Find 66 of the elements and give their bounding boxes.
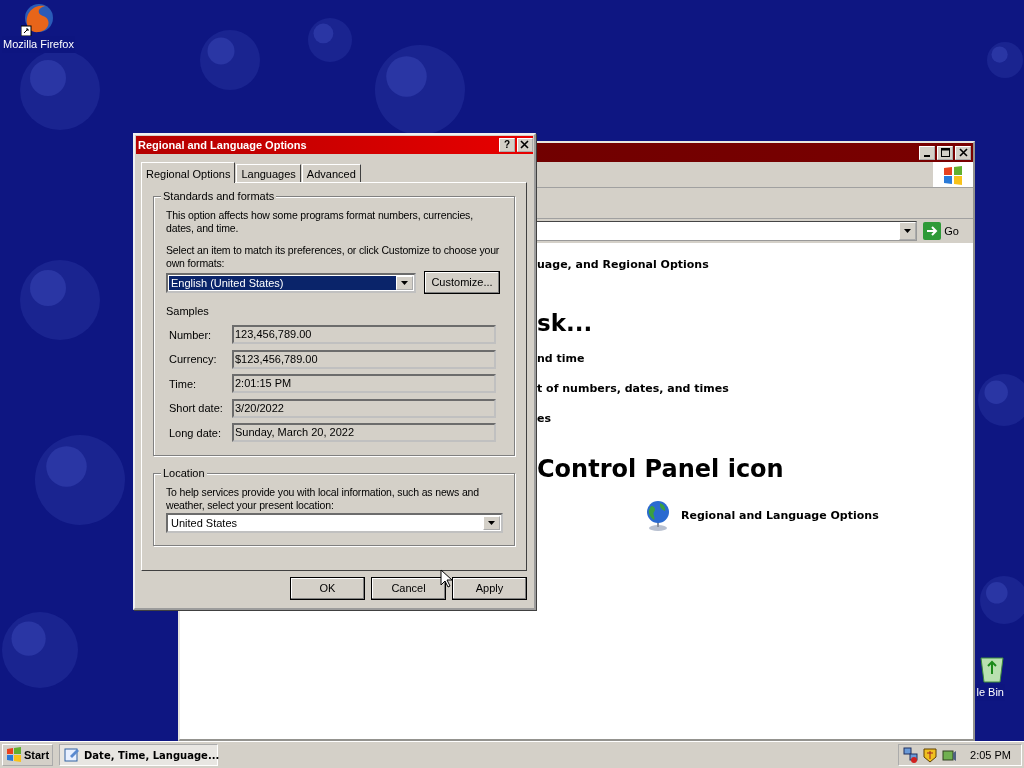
location-dropdown[interactable]: United States (166, 513, 503, 533)
description-text: To help services provide you with local information, such as news and weather, select your present location: (166, 486, 480, 512)
bubble-drawing (987, 42, 1023, 78)
field-label: Short date: (168, 401, 224, 416)
readonly-field: 2:01:15 PM (232, 374, 496, 394)
task-link[interactable]: nd time (537, 351, 585, 368)
tab[interactable]: Languages (236, 164, 301, 182)
start-button[interactable]: Start (2, 744, 54, 766)
minimize-icon (924, 154, 930, 157)
network-icon (903, 747, 920, 763)
security-icon (922, 747, 939, 763)
field-label: Long date: (168, 425, 222, 441)
dialog-button[interactable]: Cancel (371, 577, 446, 600)
dialog-button[interactable]: OK (290, 577, 365, 600)
samples-label: Samples (166, 304, 210, 319)
globe-icon (645, 499, 671, 532)
dialog-button[interactable]: Apply (452, 577, 527, 600)
task-link[interactable]: t of numbers, dates, and times (537, 381, 729, 398)
minimize-button[interactable] (919, 145, 935, 160)
maximize-icon (940, 148, 950, 157)
field-label: Currency: (168, 352, 218, 367)
windows-logo-icon (6, 747, 22, 763)
dropdown-arrow-icon (401, 280, 408, 285)
tab[interactable]: Regional Options (141, 162, 236, 183)
control-panel-icon (64, 747, 81, 763)
bubble-drawing (308, 18, 352, 62)
dropdown-arrow-icon (488, 521, 495, 525)
format-dropdown[interactable]: English (United States) (166, 272, 416, 293)
readonly-field: 3/20/2022 (232, 398, 496, 418)
section-heading: sk... (537, 309, 593, 338)
description-text: This option affects how some programs format numbers, currencies, dates, and time. (166, 209, 474, 235)
bubble-drawing (978, 374, 1024, 426)
windows-logo-icon (943, 164, 963, 185)
section-heading: Control Panel icon (537, 455, 784, 484)
taskbar-button[interactable]: Date, Time, Language... (59, 744, 219, 766)
recycle-bin-icon (979, 654, 1005, 684)
clock: 2:05 PM (970, 747, 1011, 763)
page-subtitle: uage, and Regional Options (537, 257, 709, 273)
field-label: Time: (168, 376, 198, 392)
close-icon (520, 140, 530, 150)
close-icon (958, 148, 968, 157)
group-label: Standards and formats (161, 190, 277, 203)
group-label: Location (161, 467, 207, 480)
readonly-field: Sunday, March 20, 2022 (232, 423, 496, 443)
dropdown-arrow-icon (904, 229, 912, 233)
firefox-icon (21, 2, 56, 36)
tab[interactable]: Advanced (301, 164, 361, 182)
bubble-drawing (980, 576, 1024, 624)
bubble-drawing (200, 30, 260, 90)
dropdown-button[interactable] (899, 222, 917, 240)
field-label: Number: (168, 327, 213, 343)
go-button[interactable]: Go (923, 222, 959, 240)
close-button[interactable] (517, 138, 533, 152)
dropdown-button[interactable] (483, 516, 500, 530)
instruction-text: Select an item to match its preferences, or click Customize to choose your own formats: (166, 244, 501, 270)
readonly-field: $123,456,789.00 (232, 349, 496, 369)
window-title: Regional and Language Options (138, 137, 308, 153)
readonly-field: 123,456,789.00 (232, 325, 496, 345)
control-panel-link[interactable]: Regional and Language Options (681, 507, 879, 525)
maximize-button[interactable] (937, 145, 953, 160)
help-button[interactable]: ? (499, 138, 515, 152)
customize-button[interactable]: Customize... (424, 271, 500, 294)
dropdown-button[interactable] (396, 275, 413, 290)
task-link[interactable]: es (537, 411, 551, 428)
speaker-icon (941, 747, 958, 763)
close-button[interactable] (955, 145, 971, 160)
